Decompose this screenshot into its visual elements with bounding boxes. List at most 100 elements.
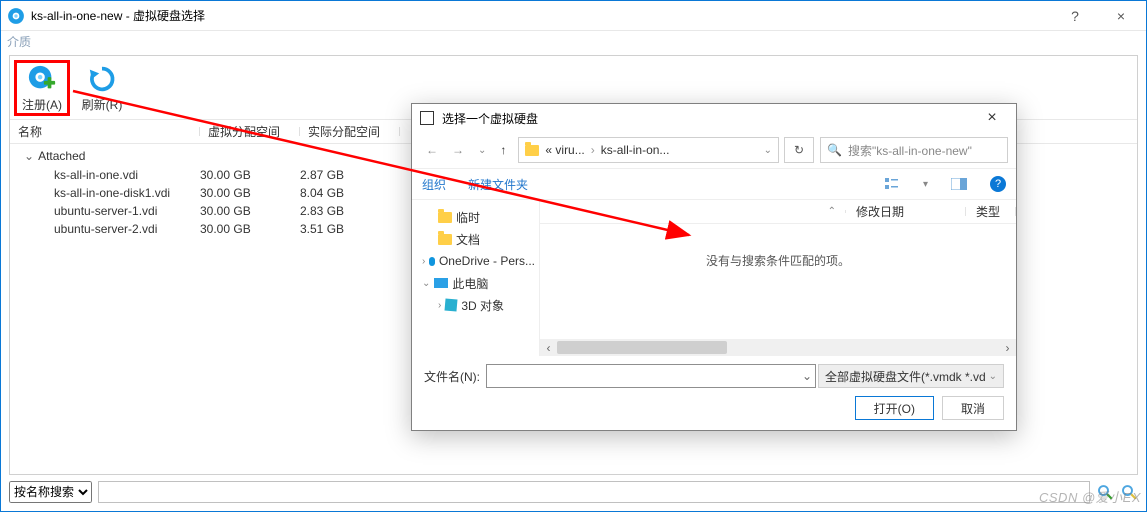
tree-item-onedrive[interactable]: › OneDrive - Pers... [416,250,535,272]
view-dropdown-icon[interactable]: ▾ [923,179,928,190]
sort-asc-icon: ⌃ [828,206,836,217]
chevron-right-icon: › [591,143,595,157]
empty-message: 没有与搜索条件匹配的项。 [540,224,1016,339]
chevron-right-icon: › [438,300,441,311]
dialog-close-button[interactable]: × [972,109,1012,127]
cancel-button[interactable]: 取消 [942,396,1004,420]
register-label: 注册(A) [22,96,62,113]
dialog-navbar: ← → ⌄ ↑ « viru... › ks-all-in-on... ⌄ ↻ … [412,132,1016,168]
lh-date[interactable]: 修改日期 [846,203,966,220]
organize-menu[interactable]: 组织 [422,176,446,193]
tree-label: OneDrive - Pers... [439,254,535,268]
nav-up-icon[interactable]: ↑ [500,143,506,157]
dialog-body: 临时 文档 › OneDrive - Pers... ⌄ 此电脑 › 3D 对象 ⌃ … [412,200,1016,356]
filename-label: 文件名(N): [424,368,480,385]
open-label: 打开(O) [874,400,915,417]
group-label: Attached [38,149,85,163]
lh-name[interactable]: ⌃ [540,206,846,217]
view-options-icon[interactable] [883,176,901,192]
caret-down-icon: ⌄ [24,149,34,163]
cell-asize: 2.83 GB [300,204,400,218]
titlebar: ks-all-in-one-new - 虚拟硬盘选择 ? × [1,1,1146,31]
menubar: 介质 [1,31,1146,53]
tree-item-docs[interactable]: 文档 [416,228,535,250]
dialog-title: 选择一个虚拟硬盘 [442,110,972,127]
dialog-icon [420,111,434,125]
register-button[interactable]: 注册(A) [14,60,70,116]
th-vsize[interactable]: 虚拟分配空间 [200,123,300,140]
cell-name: ks-all-in-one.vdi [10,168,200,182]
cell-vsize: 30.00 GB [200,186,300,200]
main-window: ks-all-in-one-new - 虚拟硬盘选择 ? × 介质 注册(A) [0,0,1147,512]
tree-label: 此电脑 [452,275,488,292]
filename-input[interactable] [486,364,816,388]
cell-name: ubuntu-server-1.vdi [10,204,200,218]
tree-item-3dobjects[interactable]: › 3D 对象 [416,294,535,316]
refresh-icon [87,64,117,94]
onedrive-icon [429,257,435,266]
monitor-icon [434,278,448,288]
disk-add-icon [27,64,57,94]
new-folder-button[interactable]: 新建文件夹 [468,176,528,193]
tree-label: 3D 对象 [461,297,504,314]
tree-item-thispc[interactable]: ⌄ 此电脑 [416,272,535,294]
help-button[interactable]: ? [1052,1,1098,31]
search-placeholder: 搜索"ks-all-in-one-new" [848,142,972,159]
nav-history-icon[interactable]: ⌄ [478,145,486,156]
bottom-bar: 按名称搜索 [9,479,1138,505]
list-header: ⌃ 修改日期 类型 [540,200,1016,224]
bc-dropdown-icon[interactable]: ⌄ [764,145,772,156]
cell-name: ks-all-in-one-disk1.vdi [10,186,200,200]
folder-icon [438,212,452,223]
folder-icon [438,234,452,245]
file-list: ⌃ 修改日期 类型 没有与搜索条件匹配的项。 ‹ › [540,200,1016,356]
th-asize[interactable]: 实际分配空间 [300,123,400,140]
nav-back-icon[interactable]: ← [426,143,438,157]
chevron-down-icon: ⌄ [989,371,997,382]
search-input[interactable] [98,481,1090,503]
dialog-toolbar: 组织 新建文件夹 ▾ ? [412,168,1016,200]
refresh-nav-button[interactable]: ↻ [784,137,814,163]
cube-icon [445,298,458,311]
cell-vsize: 30.00 GB [200,204,300,218]
chevron-down-icon: ⌄ [422,278,430,289]
lh-type[interactable]: 类型 [966,203,1016,220]
th-name[interactable]: 名称 [10,123,200,140]
tree-item-temp[interactable]: 临时 [416,206,535,228]
h-scrollbar[interactable]: ‹ › [540,339,1016,356]
cell-name: ubuntu-server-2.vdi [10,222,200,236]
chevron-right-icon: › [422,256,425,267]
filetype-select[interactable]: 全部虚拟硬盘文件(*.vmdk *.vd ⌄ [818,364,1004,388]
preview-pane-icon[interactable] [950,176,968,192]
refresh-button[interactable]: 刷新(R) [74,60,130,116]
cell-asize: 2.87 GB [300,168,400,182]
cancel-label: 取消 [961,400,985,417]
nav-tree: 临时 文档 › OneDrive - Pers... ⌄ 此电脑 › 3D 对象 [412,200,540,356]
scroll-right-icon[interactable]: › [999,339,1016,356]
menu-media[interactable]: 介质 [7,35,31,49]
file-open-dialog: 选择一个虚拟硬盘 × ← → ⌄ ↑ « viru... › ks-all-in… [411,103,1017,431]
cell-vsize: 30.00 GB [200,168,300,182]
search-mode-select[interactable]: 按名称搜索 [9,481,92,503]
refresh-label: 刷新(R) [82,96,123,113]
dialog-titlebar: 选择一个虚拟硬盘 × [412,104,1016,132]
search-icon: 🔍 [827,143,842,157]
window-title: ks-all-in-one-new - 虚拟硬盘选择 [31,7,1052,24]
breadcrumb[interactable]: « viru... › ks-all-in-on... ⌄ [518,137,779,163]
app-icon [7,7,25,25]
folder-icon [525,145,539,156]
watermark: CSDN @爱小EX [1039,487,1141,506]
bc-seg[interactable]: « viru... [545,143,584,157]
nav-forward-icon: → [452,143,464,157]
filetype-label: 全部虚拟硬盘文件(*.vmdk *.vd [825,368,986,385]
open-button[interactable]: 打开(O) [855,396,934,420]
close-button[interactable]: × [1098,1,1144,31]
dialog-search-field[interactable]: 🔍 搜索"ks-all-in-one-new" [820,137,1008,163]
tree-label: 临时 [456,209,480,226]
help-icon[interactable]: ? [990,176,1006,192]
scroll-left-icon[interactable]: ‹ [540,339,557,356]
dialog-footer: 文件名(N): ⌄ 全部虚拟硬盘文件(*.vmdk *.vd ⌄ 打开(O) 取… [412,356,1016,430]
tree-label: 文档 [456,231,480,248]
scroll-thumb[interactable] [557,341,727,354]
bc-seg[interactable]: ks-all-in-on... [601,143,670,157]
